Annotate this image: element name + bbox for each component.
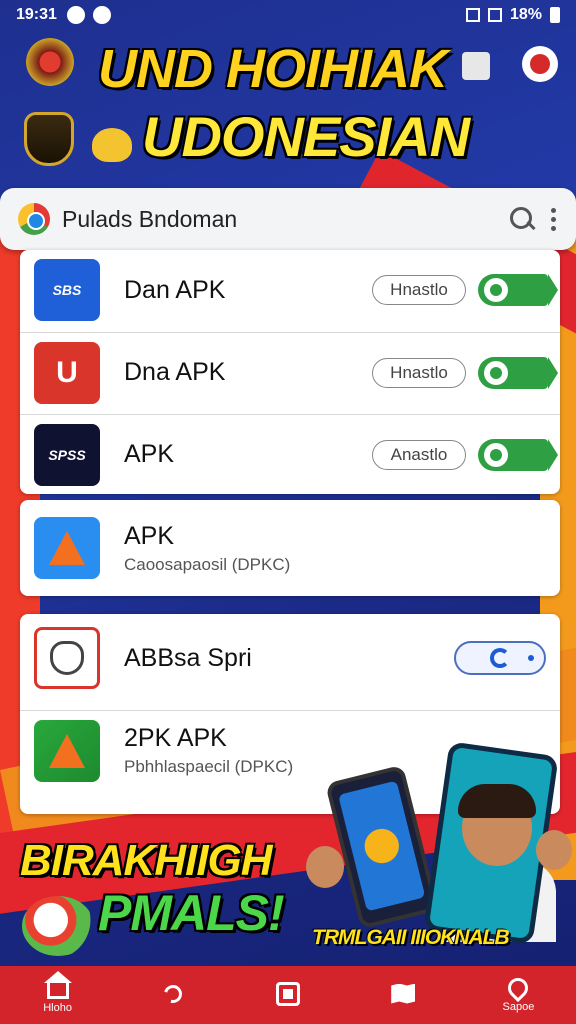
app-icon: SPSS bbox=[34, 423, 100, 486]
play-icon bbox=[484, 278, 508, 302]
status-time: 19:31 bbox=[16, 6, 57, 23]
more-options-icon[interactable] bbox=[548, 207, 558, 231]
promo-tagline: TRMLGAII IIIOKNALB bbox=[312, 926, 510, 949]
nav-item-pin[interactable]: Sapoe bbox=[461, 966, 576, 1024]
triangle-logo-icon bbox=[49, 733, 85, 768]
wifi-icon bbox=[465, 8, 480, 22]
person-face-illustration bbox=[458, 784, 536, 866]
person-face-illustration bbox=[536, 830, 572, 870]
headline-line2: UDONESIAN bbox=[142, 105, 470, 168]
app-icon bbox=[34, 517, 100, 579]
app-icon-text: SPSS bbox=[48, 446, 86, 463]
nav-item-link[interactable] bbox=[115, 966, 230, 1024]
battery-icon bbox=[550, 7, 560, 23]
install-button[interactable]: Hnastlo bbox=[372, 275, 466, 305]
triangle-logo-icon bbox=[49, 531, 85, 565]
app-row[interactable]: APK Caoosapaosil (DPKC) bbox=[20, 508, 560, 588]
search-input[interactable]: Pulads Bndoman bbox=[62, 206, 506, 233]
bottom-nav: Hloho Sapoe bbox=[0, 966, 576, 1024]
food-bowl-icon bbox=[22, 896, 94, 956]
nav-item-map[interactable] bbox=[346, 966, 461, 1024]
app-name: 2PK APK bbox=[124, 724, 227, 752]
app-logo-icon bbox=[522, 46, 558, 82]
play-icon bbox=[484, 360, 508, 385]
app-subtitle: Pbhhlaspaecil (DPKC) bbox=[124, 757, 294, 776]
app-icon: SBS bbox=[34, 259, 100, 321]
status-bar: 19:31 18% bbox=[0, 0, 576, 30]
play-button[interactable] bbox=[478, 274, 558, 306]
play-button[interactable] bbox=[478, 438, 558, 471]
app-name: APK bbox=[124, 521, 175, 550]
app-row[interactable]: U Dna APK Hnastlo bbox=[20, 332, 560, 412]
pin-icon bbox=[504, 973, 533, 1002]
toggle-dot bbox=[528, 655, 534, 661]
nav-item-square[interactable] bbox=[230, 966, 345, 1024]
app-icon bbox=[34, 627, 100, 689]
app-row[interactable]: SPSS APK Anastlo bbox=[20, 414, 560, 494]
notification-icon bbox=[66, 6, 85, 24]
install-button[interactable]: Hnastlo bbox=[372, 357, 466, 388]
search-bar[interactable]: Pulads Bndoman bbox=[0, 188, 576, 250]
promo-subheadline: PMALS! bbox=[98, 885, 285, 941]
app-icon: U bbox=[34, 341, 100, 404]
app-name: Dan APK bbox=[124, 275, 226, 304]
browser-icon bbox=[18, 203, 50, 235]
app-name: ABBsa Spri bbox=[124, 643, 252, 672]
home-icon bbox=[43, 970, 72, 999]
app-subtitle: Caoosapaosil (DPKC) bbox=[124, 554, 291, 574]
battery-percent: 18% bbox=[509, 6, 542, 23]
install-button[interactable]: Anastlo bbox=[372, 439, 466, 470]
app-list-card: SBS Dan APK Hnastlo U Dna APK Hnastlo SP… bbox=[20, 250, 560, 494]
play-button[interactable] bbox=[478, 356, 558, 389]
nav-label: Sapoe bbox=[502, 1000, 535, 1013]
headline-line1: UND HOIHIAK bbox=[98, 39, 448, 99]
app-icon bbox=[34, 719, 100, 782]
alarm-icon bbox=[92, 6, 111, 24]
flag-icon bbox=[462, 52, 490, 80]
square-icon bbox=[276, 981, 300, 1006]
play-icon bbox=[484, 442, 508, 467]
person-face-illustration bbox=[306, 846, 344, 888]
emblem-icon bbox=[26, 38, 74, 86]
loading-icon bbox=[490, 648, 510, 668]
app-icon-text: SBS bbox=[52, 282, 82, 298]
app-name: APK bbox=[124, 440, 175, 468]
nav-label: Hloho bbox=[43, 1001, 72, 1014]
app-icon-text: U bbox=[56, 355, 78, 389]
app-row[interactable]: SBS Dan APK Hnastlo bbox=[20, 250, 560, 330]
nav-item-home[interactable]: Hloho bbox=[0, 966, 115, 1024]
shield-icon bbox=[24, 112, 74, 166]
promo-headline: BIRAKHIIGH bbox=[20, 836, 273, 885]
app-name: Dna APK bbox=[124, 358, 226, 386]
app-card[interactable]: APK Caoosapaosil (DPKC) bbox=[20, 500, 560, 596]
bird-icon bbox=[92, 128, 132, 162]
app-row[interactable]: ABBsa Spri bbox=[20, 618, 560, 698]
cat-mascot-icon bbox=[50, 641, 84, 675]
toggle-switch[interactable] bbox=[454, 641, 546, 675]
link-icon bbox=[160, 981, 186, 1006]
signal-icon bbox=[487, 8, 502, 22]
map-icon bbox=[391, 983, 416, 1004]
search-icon[interactable] bbox=[506, 203, 538, 235]
